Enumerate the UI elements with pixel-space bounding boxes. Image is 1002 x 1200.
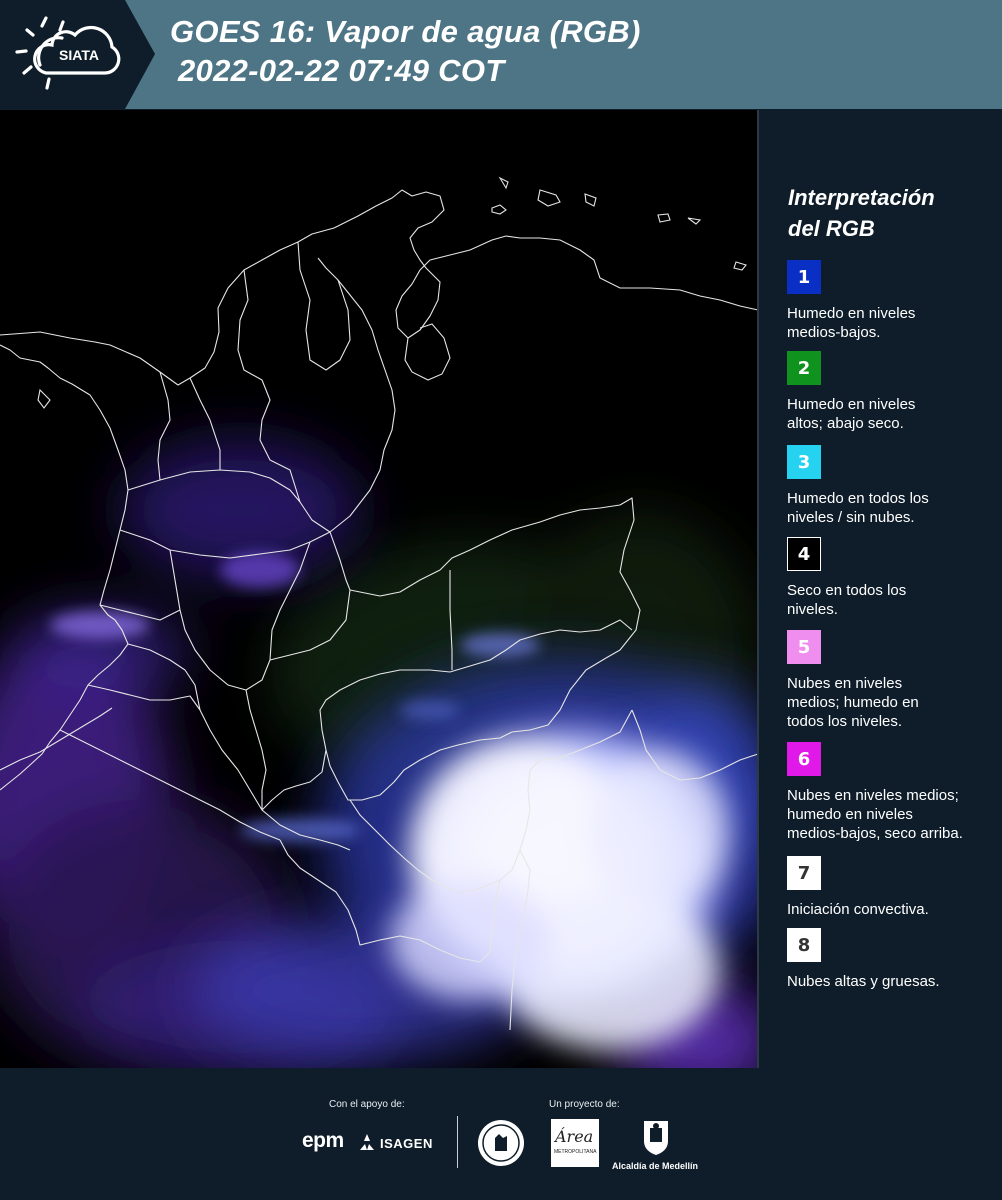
legend-swatch-1: 1 — [787, 260, 821, 294]
legend-item-6: 6 Nubes en niveles medios; humedo en nivel… — [787, 742, 997, 843]
legend-description-line: Iniciación convectiva. — [787, 901, 929, 918]
title-line-2: 2022-02-22 07:49 COT — [178, 53, 505, 88]
legend-swatch-5: 5 — [787, 630, 821, 664]
legend-description-line: todos los niveles. — [787, 713, 903, 730]
legend-description-7: Iniciación convectiva. — [787, 900, 997, 919]
svg-text:SIATA: SIATA — [59, 47, 99, 63]
legend-description-3: Humedo en todos los niveles / sin nubes. — [787, 489, 997, 527]
siata-logo: SIATA — [0, 0, 155, 109]
water-vapor-image — [0, 110, 758, 1068]
legend-swatch-7: 7 — [787, 856, 821, 890]
legend-description-line: altos; abajo seco. — [787, 415, 904, 432]
support-caption: Con el apoyo de: — [329, 1099, 405, 1110]
legend-description-line: Seco en todos los — [787, 582, 907, 599]
isagen-logo: ISAGEN — [380, 1136, 433, 1151]
legend-description-line: Humedo en niveles — [787, 396, 916, 413]
legend-item-4: 4 Seco en todos los niveles. — [787, 537, 997, 619]
map-border — [757, 110, 759, 1068]
legend-item-2: 2 Humedo en niveles altos; abajo seco. — [787, 351, 997, 433]
shield-icon — [644, 1121, 668, 1155]
legend-description-5: Nubes en niveles medios; humedo en todos l… — [787, 674, 997, 731]
legend-description-line: medios; humedo en — [787, 694, 919, 711]
legend-item-5: 5 Nubes en niveles medios; humedo en todos … — [787, 630, 997, 731]
area-metropolitana-logo: Área METROPOLITANA — [551, 1119, 599, 1167]
alcaldia-logo: Alcaldía de Medellín — [612, 1161, 699, 1171]
legend-description-line: medios-bajos. — [787, 324, 881, 341]
legend-description-8: Nubes altas y gruesas. — [787, 972, 997, 991]
project-caption: Un proyecto de: — [549, 1099, 620, 1110]
legend-description-line: Nubes en niveles medios; — [787, 787, 959, 804]
legend-description-line: Nubes en niveles — [787, 675, 903, 692]
legend-swatch-2: 2 — [787, 351, 821, 385]
legend-description-4: Seco en todos los niveles. — [787, 581, 997, 619]
legend-description-line: Humedo en niveles — [787, 305, 916, 322]
legend-description-line: medios-bajos, seco arriba. — [787, 825, 963, 842]
seal-icon — [478, 1120, 524, 1166]
legend-swatch-4: 4 — [787, 537, 821, 571]
legend-description-line: Nubes altas y gruesas. — [787, 973, 940, 990]
legend-item-7: 7 Iniciación convectiva. — [787, 856, 997, 919]
legend-item-3: 3 Humedo en todos los niveles / sin nubes. — [787, 445, 997, 527]
epm-logo: epm — [302, 1129, 344, 1152]
legend-description-2: Humedo en niveles altos; abajo seco. — [787, 395, 997, 433]
legend-description-1: Humedo en niveles medios-bajos. — [787, 304, 997, 342]
legend-description-line: Humedo en todos los — [787, 490, 929, 507]
legend-description-6: Nubes en niveles medios; humedo en nivele… — [787, 786, 997, 843]
legend-item-8: 8 Nubes altas y gruesas. — [787, 928, 997, 991]
legend-item-1: 1 Humedo en niveles medios-bajos. — [787, 260, 997, 342]
legend-panel: Interpretación del RGB 1 Humedo en nivele… — [760, 110, 1002, 1068]
legend-swatch-6: 6 — [787, 742, 821, 776]
legend-swatch-8: 8 — [787, 928, 821, 962]
title-line-1: GOES 16: Vapor de agua (RGB) — [170, 14, 641, 49]
legend-description-line: humedo en niveles — [787, 806, 913, 823]
footer-divider — [457, 1116, 458, 1168]
header: SIATA GOES 16: Vapor de agua (RGB) 2022-… — [0, 0, 1002, 109]
legend-description-line: niveles. — [787, 601, 838, 618]
satellite-map — [0, 110, 758, 1068]
footer: Con el apoyo de: Un proyecto de: epm ISA… — [0, 1070, 1002, 1200]
legend-title: Interpretación del RGB — [788, 185, 935, 241]
legend-description-line: niveles / sin nubes. — [787, 509, 915, 526]
legend-swatch-3: 3 — [787, 445, 821, 479]
isagen-mark-icon — [360, 1134, 374, 1150]
